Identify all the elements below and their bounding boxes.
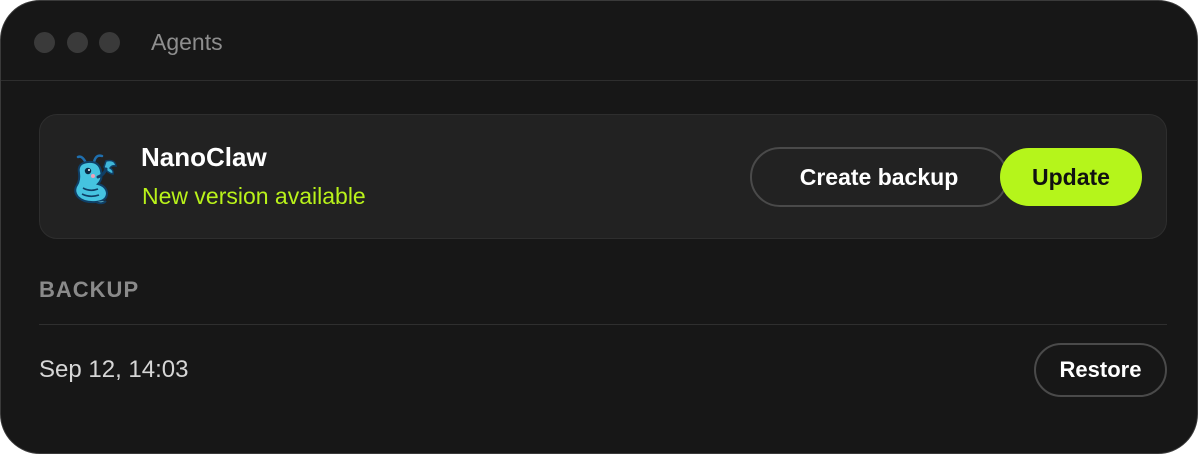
update-button[interactable]: Update (1000, 148, 1142, 206)
restore-button[interactable]: Restore (1034, 343, 1167, 397)
title-bar[interactable]: Agents (1, 1, 1197, 81)
minimize-window-button[interactable] (67, 32, 88, 53)
shrimp-mascot-icon (74, 154, 117, 205)
backup-timestamp: Sep 12, 14:03 (39, 356, 189, 383)
agent-name: NanoClaw (141, 142, 267, 172)
agent-update-status: New version available (142, 183, 366, 209)
close-window-button[interactable] (34, 32, 55, 53)
agents-window: Agents NanoClaw New version available Cr… (0, 0, 1198, 454)
maximize-window-button[interactable] (99, 32, 120, 53)
section-divider (39, 324, 1167, 325)
window-title: Agents (151, 29, 223, 55)
backup-list-item: Sep 12, 14:03 Restore (39, 343, 1167, 397)
agent-card: NanoClaw New version available Create ba… (39, 114, 1167, 239)
create-backup-button[interactable]: Create backup (750, 147, 1008, 207)
backup-section-heading: BACKUP (39, 277, 140, 302)
